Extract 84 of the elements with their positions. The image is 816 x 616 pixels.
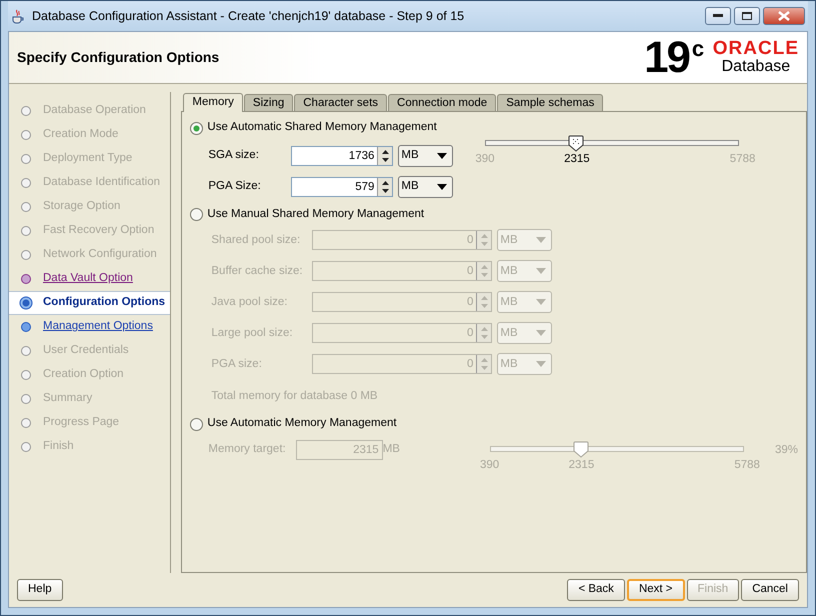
caret-icon[interactable] [437, 152, 448, 158]
minimize-icon [713, 14, 724, 18]
step-item[interactable]: Data Vault Option [9, 267, 170, 291]
tab[interactable]: Character sets [294, 94, 388, 111]
close-button[interactable] [763, 7, 806, 25]
spinner-icon[interactable] [380, 180, 390, 194]
version-logo-superscript: c [692, 34, 704, 62]
version-logo: 19 [644, 36, 690, 80]
spinner-icon[interactable] [380, 148, 390, 162]
step-item: Database Operation [9, 99, 170, 123]
step-dot-icon [19, 440, 33, 454]
caret-icon[interactable] [437, 184, 448, 190]
slider-value-label: 2315 [564, 152, 590, 167]
step-item: Storage Option [9, 195, 170, 219]
radio-label[interactable]: Use Automatic Shared Memory Management [207, 119, 437, 137]
radio-label[interactable]: Use Automatic Memory Management [207, 415, 397, 433]
total-memory-text: Total memory for database 0 MB [211, 388, 379, 404]
step-dot-icon [19, 248, 33, 262]
dialog-button[interactable]: Cancel [741, 579, 799, 601]
step-item: Network Configuration [9, 243, 170, 267]
field-label: PGA size: [211, 356, 263, 372]
field-label: Large pool size: [211, 326, 294, 341]
window-title: Database Configuration Assistant - Create 'chenjch19' database - Step 9 of 15 [32, 8, 464, 25]
field-label: PGA Size: [208, 178, 262, 194]
slider-min-label: 390 [475, 152, 495, 165]
product-name: Database [722, 58, 790, 76]
step-dot-icon [19, 392, 33, 406]
slider-min-label: 390 [480, 458, 500, 471]
spinner-field[interactable]: 1736 [291, 146, 394, 166]
step-item: Database Identification [9, 171, 170, 195]
unit-dropdown[interactable]: MB [398, 144, 454, 166]
step-dot-icon [19, 272, 33, 286]
step-dot-icon [19, 152, 33, 166]
step-dot-icon [19, 416, 33, 430]
step-dot-icon [19, 344, 33, 358]
maximize-icon [742, 12, 752, 20]
dialog-button[interactable]: < Back [567, 579, 625, 601]
slider-thumb[interactable] [568, 135, 584, 152]
tab[interactable]: Sample schemas [497, 94, 604, 111]
slider-max-label: 5788 [734, 458, 760, 471]
step-item: Progress Page [9, 411, 170, 435]
tab[interactable]: Sizing [244, 94, 294, 111]
step-item: Creation Mode [9, 123, 170, 147]
current-step-icon [19, 296, 33, 310]
step-item[interactable]: Configuration Options [9, 291, 170, 315]
step-item[interactable]: Management Options [9, 315, 170, 339]
page-title: Specify Configuration Options [17, 48, 220, 67]
step-dot-icon [19, 368, 33, 382]
slider-max-label: 5788 [730, 152, 756, 165]
tab[interactable]: Connection mode [388, 94, 496, 111]
java-cup-icon [10, 8, 26, 24]
slider-value-label: 2315 [568, 458, 594, 473]
step-dot-icon [19, 128, 33, 142]
field-label: SGA size: [208, 148, 260, 163]
radio-label[interactable]: Use Manual Shared Memory Management [207, 206, 424, 224]
step-item: Fast Recovery Option [9, 219, 170, 243]
maximize-button[interactable] [734, 7, 760, 25]
brand-logo: ORACLE [712, 39, 799, 58]
radio-button[interactable] [190, 208, 204, 222]
step-item: Finish [9, 435, 170, 459]
radio-button[interactable] [190, 418, 204, 430]
percent-label: 39% [774, 443, 798, 458]
field-label: Memory target: [208, 442, 286, 457]
step-dot-icon [19, 224, 33, 238]
step-dot-icon [19, 320, 33, 334]
unit-label: MB [382, 442, 400, 457]
tab[interactable]: Memory [183, 93, 243, 112]
spinner-field[interactable]: 579 [291, 176, 394, 196]
step-item: Summary [9, 387, 170, 411]
dialog-button[interactable]: Help [17, 579, 63, 601]
close-icon [778, 11, 790, 21]
step-item: User Credentials [9, 339, 170, 363]
step-item: Deployment Type [9, 147, 170, 171]
unit-dropdown[interactable]: MB [398, 176, 454, 198]
field-label: Java pool size: [211, 294, 288, 310]
step-dot-icon [19, 104, 33, 118]
step-dot-icon [19, 176, 33, 190]
minimize-button[interactable] [705, 7, 732, 25]
field-label: Shared pool size: [211, 232, 302, 248]
step-item: Creation Option [9, 363, 170, 387]
field-label: Buffer cache size: [211, 264, 304, 279]
dialog-button[interactable]: Next > [626, 579, 684, 601]
step-dot-icon [19, 200, 33, 214]
radio-button[interactable] [190, 122, 204, 134]
